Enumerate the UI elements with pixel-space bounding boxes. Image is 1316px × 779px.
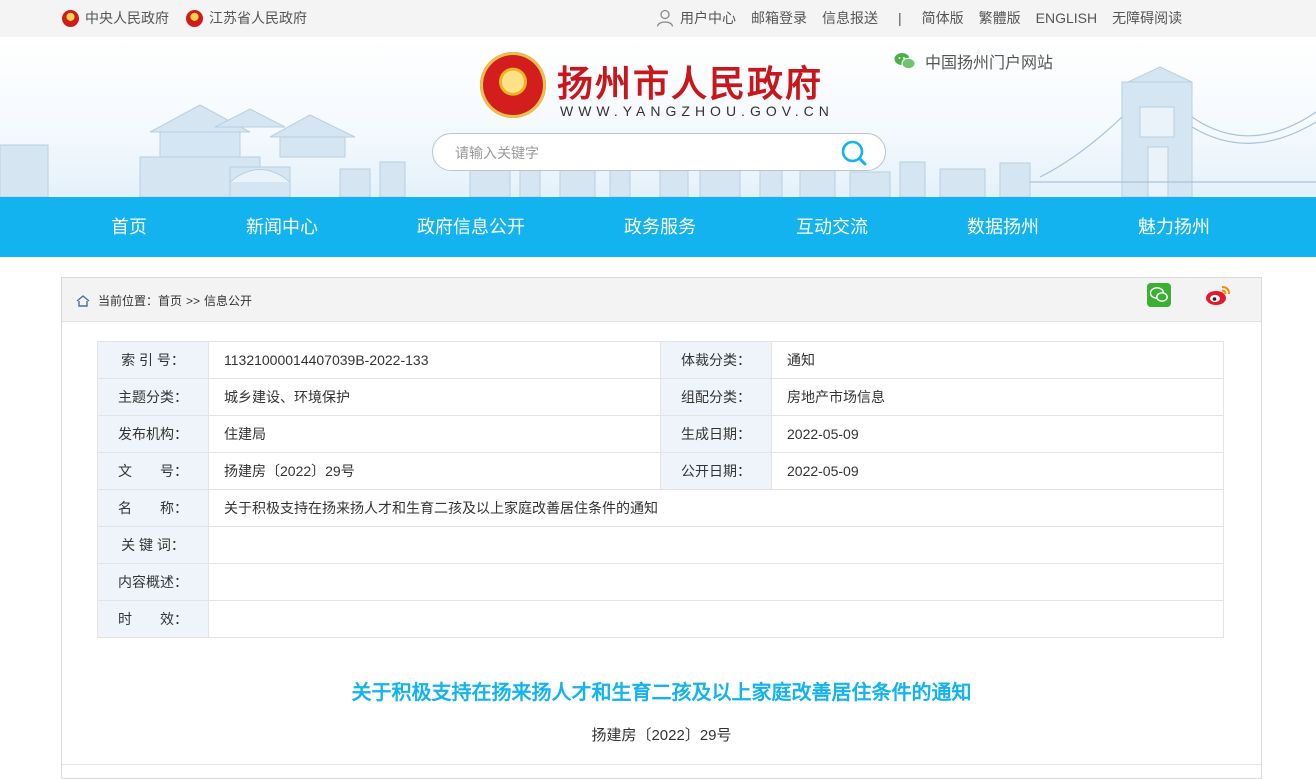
home-icon — [76, 294, 90, 307]
site-title[interactable]: 扬州市人民政府 — [557, 55, 823, 107]
nav-item-data[interactable]: 数据扬州 — [967, 197, 1039, 257]
info-report-link[interactable]: 信息报送 — [822, 8, 878, 28]
province-gov-link[interactable]: 江苏省人民政府 — [186, 8, 307, 28]
table-row: 主题分类： 城乡建设、环境保护 组配分类： 房地产市场信息 — [97, 378, 1224, 416]
name-value: 关于积极支持在扬来扬人才和生育二孩及以上家庭改善居住条件的通知 — [208, 489, 1224, 527]
search-icon[interactable] — [841, 140, 867, 166]
traditional-link[interactable]: 繁體版 — [979, 8, 1021, 28]
user-center-link[interactable]: 用户中心 — [680, 8, 736, 28]
breadcrumb-bar: 当前位置： 首页 >> 信息公开 — [62, 278, 1261, 322]
table-row: 发布机构： 住建局 生成日期： 2022-05-09 — [97, 415, 1224, 453]
central-gov-label: 中央人民政府 — [85, 10, 169, 26]
doc-number-value: 扬建房〔2022〕29号 — [208, 452, 661, 490]
simplified-link[interactable]: 简体版 — [922, 8, 964, 28]
breadcrumb-prefix: 当前位置： — [98, 294, 159, 308]
nav-item-news[interactable]: 新闻中心 — [246, 197, 318, 257]
nav-item-charm[interactable]: 魅力扬州 — [1138, 197, 1210, 257]
english-link[interactable]: ENGLISH — [1036, 10, 1097, 26]
nav-item-interaction[interactable]: 互动交流 — [796, 197, 868, 257]
table-row: 关 键 词： — [97, 526, 1224, 564]
user-icon — [656, 9, 674, 27]
public-date-label: 公开日期： — [660, 452, 772, 490]
topic-label: 主题分类： — [97, 378, 209, 416]
national-emblem-icon — [186, 9, 203, 27]
divider — [62, 764, 1261, 765]
validity-label: 时 效： — [97, 600, 209, 638]
breadcrumb: 当前位置： 首页 >> 信息公开 — [76, 292, 252, 309]
public-date-value: 2022-05-09 — [771, 452, 1224, 490]
mail-login-link[interactable]: 邮箱登录 — [751, 8, 807, 28]
breadcrumb-separator: >> — [186, 293, 201, 308]
wechat-share-icon[interactable] — [1147, 283, 1171, 307]
document-title: 关于积极支持在扬来扬人才和生育二孩及以上家庭改善居住条件的通知 — [351, 682, 972, 704]
national-emblem-icon — [62, 9, 79, 27]
content-panel: 当前位置： 首页 >> 信息公开 索 引 号： 1132100001440703… — [61, 277, 1262, 779]
top-divider: | — [898, 10, 902, 26]
index-value: 11321000014407039B-2022-133 — [208, 341, 661, 379]
main-nav: 首页 新闻中心 政府信息公开 政务服务 互动交流 数据扬州 魅力扬州 — [0, 197, 1316, 257]
info-metadata-table: 索 引 号： 11321000014407039B-2022-133 体裁分类：… — [97, 341, 1224, 638]
top-utility-bar: 中央人民政府 江苏省人民政府 用户中心 邮箱登录 信息报送 | 简体版 繁體版 … — [0, 0, 1316, 37]
topic-value: 城乡建设、环境保护 — [208, 378, 661, 416]
group-value: 房地产市场信息 — [771, 378, 1224, 416]
publisher-label: 发布机构： — [97, 415, 209, 453]
keywords-label: 关 键 词： — [97, 526, 209, 564]
publisher-value: 住建局 — [208, 415, 661, 453]
summary-label: 内容概述： — [97, 563, 209, 601]
site-domain: WWW.YANGZHOU.GOV.CN — [560, 103, 834, 119]
accessible-reading-link[interactable]: 无障碍阅读 — [1112, 8, 1182, 28]
site-header: 扬州市人民政府 WWW.YANGZHOU.GOV.CN 中国扬州门户网站 — [0, 37, 1316, 197]
portal-label: 中国扬州门户网站 — [925, 55, 1054, 72]
table-row: 时 效： — [97, 600, 1224, 638]
search-input[interactable] — [453, 142, 837, 164]
table-row: 名 称： 关于积极支持在扬来扬人才和生育二孩及以上家庭改善居住条件的通知 — [97, 489, 1224, 527]
genre-value: 通知 — [771, 341, 1224, 379]
genre-label: 体裁分类： — [660, 341, 772, 379]
table-row: 内容概述： — [97, 563, 1224, 601]
index-label: 索 引 号： — [97, 341, 209, 379]
name-label: 名 称： — [97, 489, 209, 527]
national-emblem-logo — [480, 52, 546, 118]
breadcrumb-home[interactable]: 首页 — [158, 292, 182, 309]
table-row: 索 引 号： 11321000014407039B-2022-133 体裁分类：… — [97, 341, 1224, 379]
breadcrumb-current[interactable]: 信息公开 — [204, 292, 252, 309]
province-gov-label: 江苏省人民政府 — [209, 10, 307, 26]
portal-link[interactable]: 中国扬州门户网站 — [894, 49, 1053, 73]
keywords-value — [208, 526, 1224, 564]
table-row: 文 号： 扬建房〔2022〕29号 公开日期： 2022-05-09 — [97, 452, 1224, 490]
wechat-icon — [894, 53, 916, 70]
nav-item-home[interactable]: 首页 — [111, 197, 147, 257]
group-label: 组配分类： — [660, 378, 772, 416]
created-date-value: 2022-05-09 — [771, 415, 1224, 453]
doc-number-label: 文 号： — [97, 452, 209, 490]
document-number: 扬建房〔2022〕29号 — [591, 727, 732, 744]
validity-value — [208, 600, 1224, 638]
top-right-links: 用户中心 邮箱登录 信息报送 | 简体版 繁體版 ENGLISH 无障碍阅读 — [656, 8, 1197, 28]
summary-value — [208, 563, 1224, 601]
central-gov-link[interactable]: 中央人民政府 — [62, 8, 169, 28]
created-date-label: 生成日期： — [660, 415, 772, 453]
nav-item-gov-info[interactable]: 政府信息公开 — [417, 197, 525, 257]
weibo-share-icon[interactable] — [1205, 283, 1231, 307]
search-box — [432, 133, 886, 171]
nav-item-services[interactable]: 政务服务 — [624, 197, 696, 257]
